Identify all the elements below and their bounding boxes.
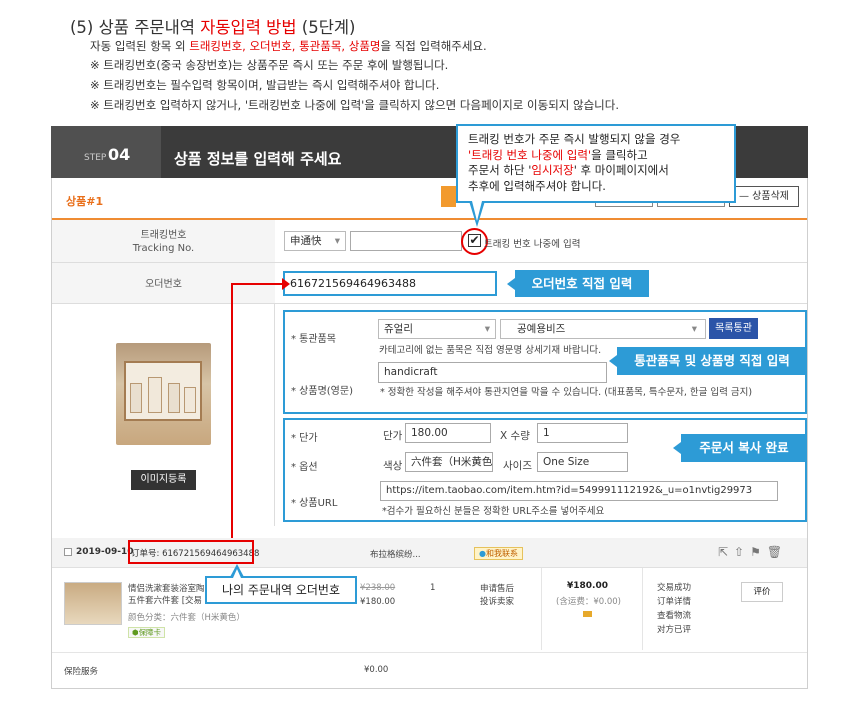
instruction-line-2: ※ 트래킹번호(중국 송장번호)는 상품주문 즉시 또는 주문 후에 발행됩니다… [90, 58, 449, 72]
payment-icon [583, 611, 592, 617]
option-label: * 옵션 [291, 462, 318, 473]
unit-price-label: 단가 [383, 430, 403, 442]
product-image [116, 343, 211, 445]
qty-input[interactable]: 1 [537, 423, 628, 443]
list-clearance-button[interactable]: 목록통관 [709, 318, 758, 339]
unit-price-input[interactable]: 180.00 [405, 423, 491, 443]
original-price: ¥238.00 [360, 583, 396, 593]
shipping-fee: (含运费：¥0.00) [556, 597, 621, 607]
product-action-button[interactable] [441, 186, 456, 207]
shop-name[interactable]: 布拉格缤纷... [370, 548, 421, 560]
order-date: 2019-09-10 [76, 547, 134, 557]
order-number-input[interactable]: 616721569464963488 [283, 271, 497, 296]
item-qty: 1 [430, 583, 436, 593]
tracking-input[interactable] [350, 231, 462, 251]
chevron-down-icon: ▾ [334, 235, 340, 247]
chat-icon: ● [479, 549, 486, 558]
tracking-label-en: Tracking No. [132, 243, 195, 254]
step-box [51, 126, 161, 178]
step-label: STEP [84, 153, 107, 163]
step-title: 상품 정보를 입력해 주세요 [174, 150, 342, 168]
delete-product-button[interactable]: — 상품삭제 [729, 186, 799, 207]
url-note: *검수가 필요하신 분들은 정확한 URL주소를 넣어주세요 [382, 506, 605, 517]
price-label: * 단가 [291, 433, 318, 444]
chevron-down-icon: ▾ [691, 323, 697, 335]
order-action-icons[interactable]: ⇱⇧⚑🗑 [718, 545, 788, 559]
tracking-later-label: 트래킹 번호 나중에 입력 [484, 239, 581, 250]
order-item-thumb[interactable] [64, 582, 122, 625]
insurance-value: ¥0.00 [364, 665, 389, 675]
total-price: ¥180.00 [567, 581, 608, 591]
product-name-note: * 정확한 작성을 해주셔야 통관지연을 막을 수 있습니다. (대표품목, 특… [380, 387, 753, 398]
order-direct-callout: 오더번호 직접 입력 [515, 270, 649, 297]
size-label: 사이즈 [503, 460, 532, 472]
copy-done-callout: 주문서 복사 완료 [681, 434, 807, 462]
product-number: 상품#1 [66, 195, 104, 208]
order-item-attr: 颜色分类：六件套（H米黄色） [128, 613, 245, 623]
after-sale-links[interactable]: 申请售后 投诉卖家 [480, 583, 514, 609]
subcategory-select[interactable]: 공예용비즈 ▾ [500, 319, 706, 339]
product-name-input[interactable]: handicraft [378, 362, 607, 383]
customs-label: * 통관품목 [291, 334, 336, 345]
category-select[interactable]: 쥬얼리 ▾ [378, 319, 496, 339]
image-register-button[interactable]: 이미지등록 [131, 470, 196, 490]
size-input[interactable]: One Size [537, 452, 628, 472]
protection-badge: ⬢保障卡 [128, 627, 166, 638]
carrier-select[interactable]: 申通快 ▾ [284, 231, 346, 251]
url-label: * 상품URL [291, 498, 338, 509]
chevron-down-icon: ▾ [484, 323, 490, 335]
insurance-label: 保险服务 [64, 667, 99, 677]
my-order-callout: 나의 주문내역 오더번호 [205, 576, 357, 604]
qty-label: X 수량 [500, 430, 530, 442]
item-price: ¥180.00 [360, 597, 396, 607]
order-status[interactable]: 交易成功 订单详情 查看物流 对方已评 [657, 581, 691, 637]
tracking-label-ko: 트래킹번호 [140, 230, 187, 241]
review-button[interactable]: 评价 [741, 582, 783, 602]
step-number: 04 [108, 145, 131, 164]
order-checkbox[interactable] [64, 548, 72, 556]
product-name-label: * 상품명(영문) [291, 386, 353, 397]
tracking-later-callout: 트래킹 번호가 주문 즉시 발행되지 않을 경우 '트래킹 번호 나중에 입력'… [456, 124, 736, 203]
customs-note: 카테고리에 없는 품목은 직접 영문명 상세기재 바랍니다. [379, 345, 602, 356]
instruction-line-1: 자동 입력된 항목 외 트래킹번호, 오더번호, 통관품목, 상품명을 직접 입… [90, 39, 487, 53]
instruction-line-4: ※ 트래킹번호 입력하지 않거나, '트래킹번호 나중에 입력'을 클릭하지 않… [90, 98, 619, 112]
order-item-title[interactable]: 情侣洗漱套装浴室陶 五件套六件套 [交易 [128, 583, 205, 607]
instruction-line-3: ※ 트래킹번호는 필수입력 항목이며, 발급받는 즉시 입력해주셔야 합니다. [90, 78, 440, 92]
order-number-highlight [128, 540, 254, 564]
url-input[interactable]: https://item.taobao.com/item.htm?id=5499… [380, 481, 778, 501]
color-label: 색상 [383, 460, 403, 472]
section-title: (5) 상품 주문내역 자동입력 방법 (5단계) [70, 18, 356, 37]
customs-direct-callout: 통관품목 및 상품명 직접 입력 [617, 347, 807, 375]
contact-seller-button[interactable]: ●和我联系 [474, 547, 523, 560]
color-input[interactable]: 六件套（H米黄色） [405, 452, 493, 472]
connector-arrow [231, 278, 290, 564]
